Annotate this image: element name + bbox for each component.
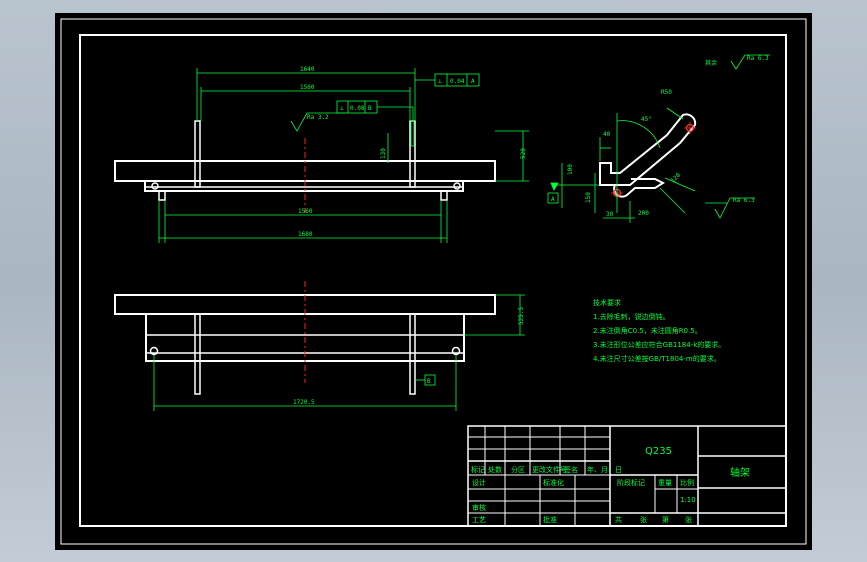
process-label: 工艺 — [472, 516, 486, 524]
side-view: R50 45° 40 100 150 30 200 120 A Ra 6.3 其… — [547, 54, 770, 223]
dim-bottom-width: 1720.5 — [293, 399, 315, 406]
notes-title: 技术要求 — [593, 298, 621, 307]
inner-border — [79, 34, 787, 527]
dim-side-small: 130 — [380, 148, 387, 159]
hdr-zone: 分区 — [511, 465, 525, 474]
sheet-unit-2: 张 — [685, 515, 692, 524]
dim-200: 200 — [638, 210, 649, 217]
front-view: 1640 1560 1560 1680 520 130 ⊥ 0.04 A ⊥ 0… — [114, 66, 529, 243]
stage-label: 阶段标记 — [617, 478, 645, 487]
sheet-index: 第 — [662, 515, 669, 524]
dim-height: 520 — [520, 148, 527, 159]
review-label: 审核 — [472, 503, 486, 512]
dim-top-inner: 1560 — [300, 84, 315, 91]
sheet-total: 共 — [615, 515, 622, 524]
weight-label: 重量 — [658, 479, 672, 487]
outer-border — [60, 18, 807, 545]
note-2: 2.未注倒角C0.5，未注圆角R0.5。 — [593, 326, 702, 335]
tol1-symbol: ⊥ — [438, 78, 442, 85]
dim-40: 40 — [603, 131, 611, 138]
tol2-value: 0.08 — [350, 105, 365, 112]
dim-30: 30 — [606, 211, 614, 218]
hdr-count: 处数 — [488, 465, 502, 474]
side-bracket — [599, 113, 697, 186]
hdr-mark: 标记 — [471, 465, 485, 474]
scale-value: 1:10 — [680, 496, 696, 504]
hdr-date: 年、月、日 — [587, 465, 622, 474]
tol2-datum: B — [368, 105, 372, 112]
cad-viewport[interactable]: 1640 1560 1560 1680 520 130 ⊥ 0.04 A ⊥ 0… — [55, 13, 812, 550]
standardization-label: 标准化 — [543, 478, 564, 487]
tol2-symbol: ⊥ — [340, 105, 344, 112]
dim-150: 150 — [585, 192, 592, 203]
dim-bottom-inner: 1560 — [298, 208, 313, 215]
tol1-value: 0.04 — [450, 78, 465, 85]
hdr-doc: 更改文件号 — [532, 465, 567, 474]
front-post-left — [194, 120, 201, 188]
dim-bottom-outer: 1680 — [298, 231, 313, 238]
material: Q235 — [645, 446, 672, 457]
note-3: 3.未注形位公差应符合GB1184-k的要求。 — [593, 340, 725, 349]
dim-top-outer: 1640 — [300, 66, 315, 73]
bottom-datum: B — [427, 378, 431, 385]
note-1: 1.去除毛刺，锐边倒钝。 — [593, 312, 670, 321]
technical-notes: 技术要求 1.去除毛刺，锐边倒钝。 2.未注倒角C0.5，未注圆角R0.5。 3… — [593, 298, 725, 363]
tol1-datum: A — [471, 78, 475, 85]
side-roughness: Ra 6.3 — [733, 197, 755, 204]
approve-label: 批准 — [543, 515, 557, 524]
bottom-view: 525.5 1720.5 B — [114, 281, 525, 411]
hdr-sign: 签名 — [564, 465, 578, 474]
side-datum: A — [551, 196, 555, 203]
sheet-unit-1: 张 — [640, 515, 647, 524]
note-4: 4.未注尺寸公差按GB/T1804-m的要求。 — [593, 354, 721, 363]
dim-100: 100 — [567, 164, 574, 175]
dim-r: R50 — [661, 89, 672, 96]
part-name: 轴架 — [730, 466, 750, 479]
drawing-canvas: 1640 1560 1560 1680 520 130 ⊥ 0.04 A ⊥ 0… — [60, 18, 807, 545]
roughness-all-value: Ra 6.3 — [747, 55, 769, 62]
front-roughness: Ra 3.2 — [307, 114, 329, 121]
scale-label: 比例 — [680, 478, 694, 487]
roughness-all-label: 其余 — [705, 59, 717, 67]
dim-bottom-height: 525.5 — [518, 307, 525, 325]
designer-label: 设计 — [472, 478, 486, 487]
dim-angle: 45° — [641, 116, 652, 123]
dim-120: 120 — [669, 172, 682, 185]
